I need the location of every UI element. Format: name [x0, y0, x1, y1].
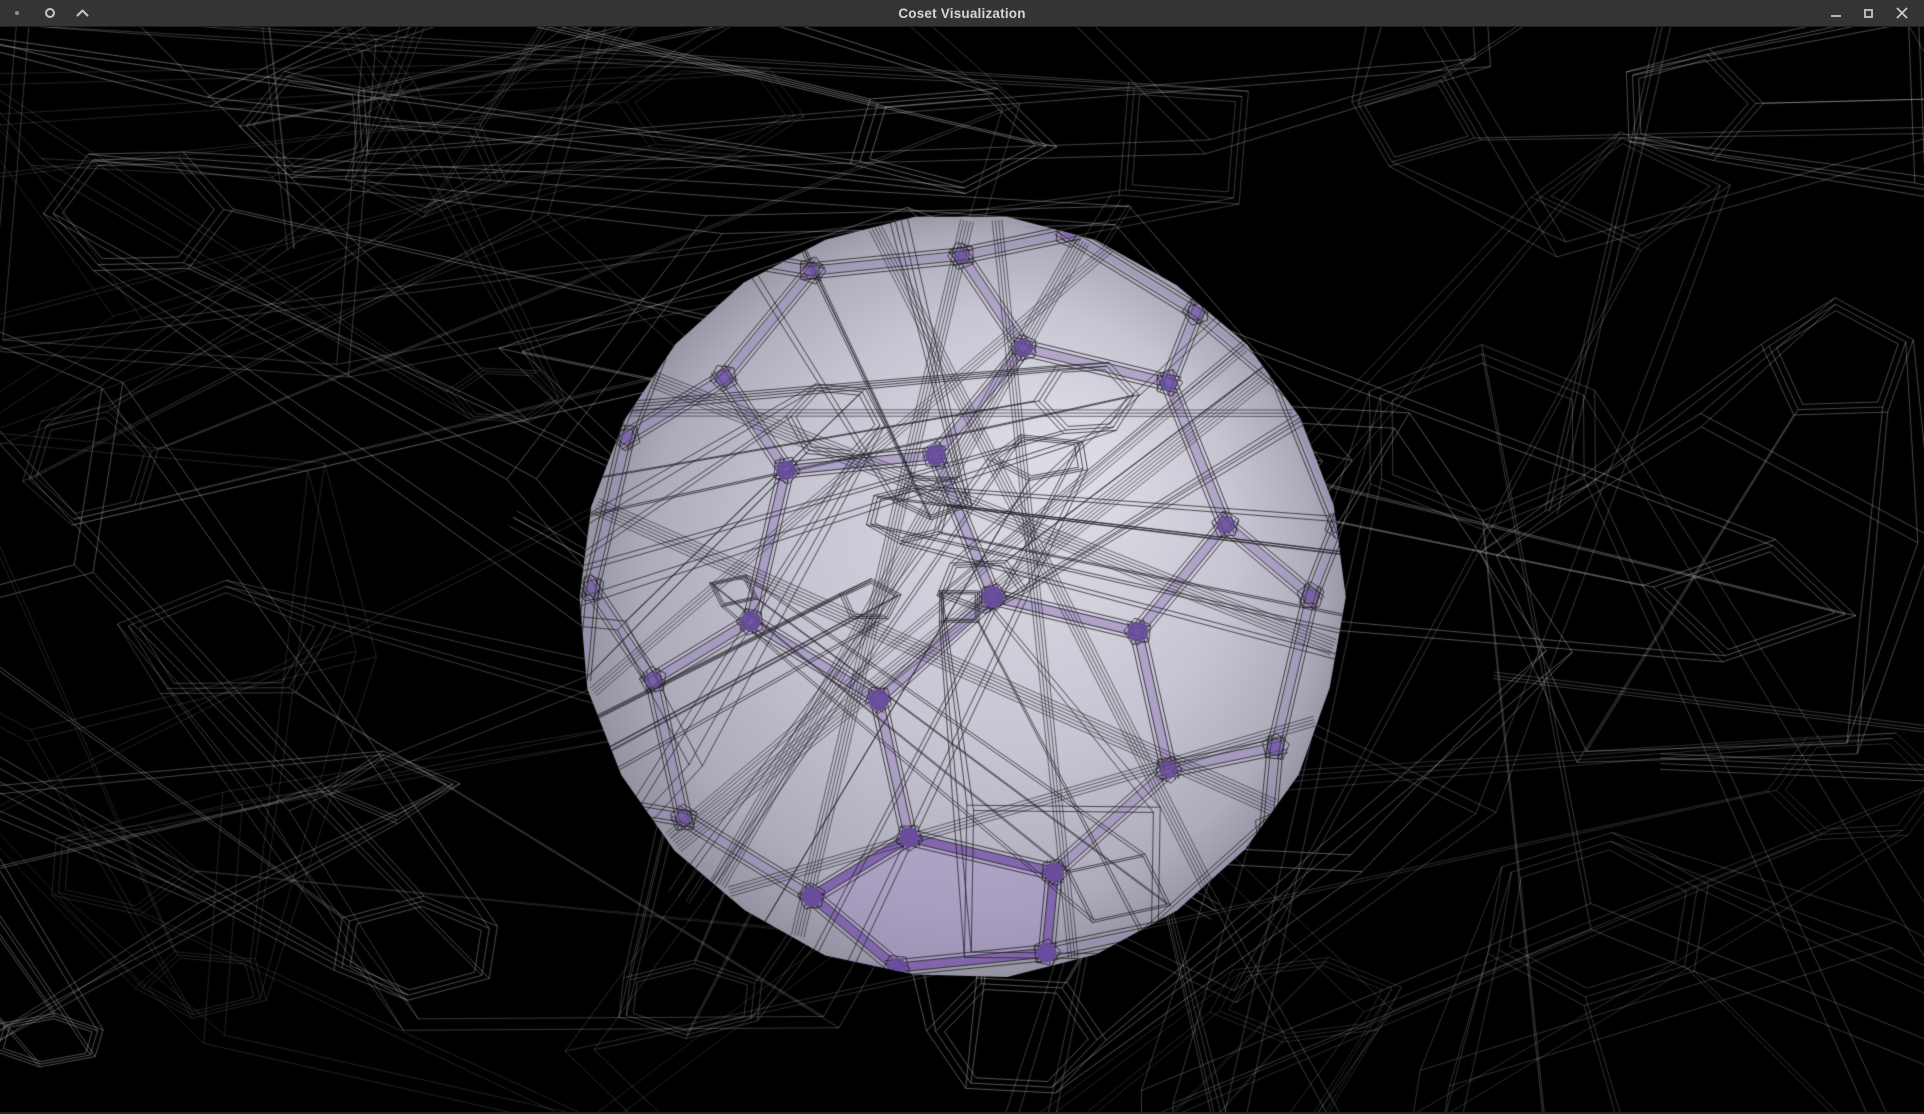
window-title: Coset Visualization [0, 0, 1924, 26]
dot-icon [15, 11, 19, 15]
titlebar[interactable]: Coset Visualization [0, 0, 1924, 27]
minimize-icon [1831, 15, 1841, 17]
titlebar-right-controls [1819, 0, 1918, 26]
coset-visualization-window: Coset Visualization [0, 0, 1924, 1114]
dot-indicator-icon[interactable] [0, 0, 33, 26]
maximize-icon [1864, 9, 1873, 18]
titlebar-left-controls [0, 0, 99, 26]
record-circle-button[interactable] [33, 0, 66, 26]
minimize-button[interactable] [1819, 0, 1852, 26]
coset-3d-canvas[interactable] [0, 27, 1924, 1112]
expand-chevron-button[interactable] [66, 0, 99, 26]
close-icon [1896, 7, 1908, 19]
circle-icon [45, 8, 55, 18]
close-button[interactable] [1885, 0, 1918, 26]
chevron-up-icon [76, 9, 89, 17]
viewport [0, 27, 1924, 1112]
maximize-button[interactable] [1852, 0, 1885, 26]
